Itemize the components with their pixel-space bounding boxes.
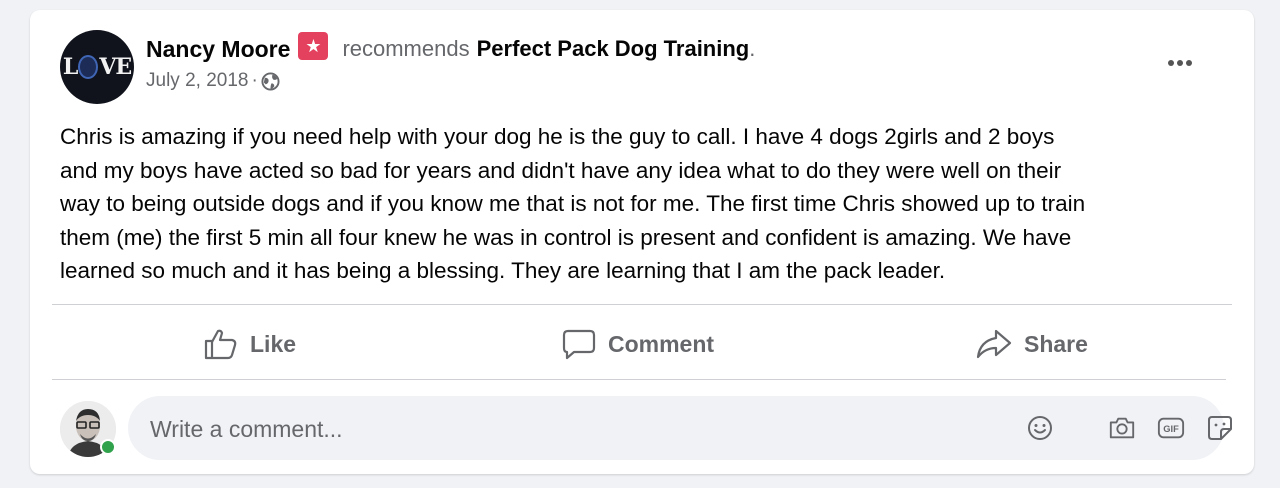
share-label: Share: [1024, 330, 1088, 357]
avatar-logo-o: [78, 55, 99, 79]
comment-input[interactable]: Write a comment... GIF: [128, 396, 1232, 460]
post-body-line: and my boys have acted so bad for years …: [60, 157, 1062, 183]
header-punctuation: .: [749, 36, 756, 61]
svg-text:GIF: GIF: [1163, 424, 1179, 434]
gif-glyph: GIF: [1157, 417, 1185, 439]
post-date[interactable]: July 2, 2018: [146, 70, 248, 92]
sticker-glyph: [1208, 416, 1232, 440]
post-body-line: them (me) the first 5 min all four knew …: [60, 224, 1072, 250]
globe-icon: [261, 71, 280, 91]
gif-icon[interactable]: GIF: [1157, 414, 1185, 442]
author-name[interactable]: Nancy Moore: [146, 36, 290, 63]
online-status-indicator: [100, 439, 116, 455]
thumbs-up-icon: [204, 329, 237, 360]
post-body-line: Chris is amazing if you need help with y…: [60, 124, 1055, 149]
emoji-icon[interactable]: [1026, 414, 1054, 442]
camera-glyph: [1109, 417, 1135, 439]
share-arrow-icon: [976, 329, 1012, 359]
sticker-icon[interactable]: [1206, 414, 1234, 442]
more-options-icon[interactable]: [1160, 48, 1200, 78]
page-link[interactable]: Perfect Pack Dog Training: [477, 36, 750, 62]
comment-placeholder: Write a comment...: [150, 416, 343, 442]
share-button[interactable]: Share: [976, 322, 1088, 366]
comment-button[interactable]: Comment: [562, 322, 714, 366]
recommends-text: recommends: [342, 36, 470, 61]
post-meta: July 2, 2018 ·: [146, 70, 280, 92]
post-header: Nancy Moore ★ recommends Perfect Pack Do…: [146, 32, 756, 64]
avatar-logo: L VE: [62, 54, 132, 80]
more-dot: [1177, 60, 1183, 66]
comment-label: Comment: [608, 330, 715, 357]
author-avatar[interactable]: L VE: [60, 30, 134, 104]
recommendation-star-icon: ★: [298, 32, 329, 60]
post-body-line: learned so much and it has being a bless…: [60, 258, 946, 283]
divider: [52, 304, 1232, 305]
post-card: L VE Nancy Moore ★ recommends Perfect Pa…: [30, 10, 1254, 474]
divider: [52, 379, 1226, 380]
like-label: Like: [250, 330, 297, 357]
more-dot: [1186, 60, 1192, 66]
camera-icon[interactable]: [1108, 414, 1136, 442]
post-body: Chris is amazing if you need help with y…: [60, 120, 1230, 288]
speech-bubble-icon: [562, 329, 596, 360]
meta-separator: ·: [251, 70, 258, 91]
post-body-line: way to being outside dogs and if you kno…: [60, 191, 1086, 216]
more-dot: [1168, 60, 1174, 66]
like-button[interactable]: Like: [204, 322, 296, 366]
emoji-glyph: [1028, 416, 1052, 440]
